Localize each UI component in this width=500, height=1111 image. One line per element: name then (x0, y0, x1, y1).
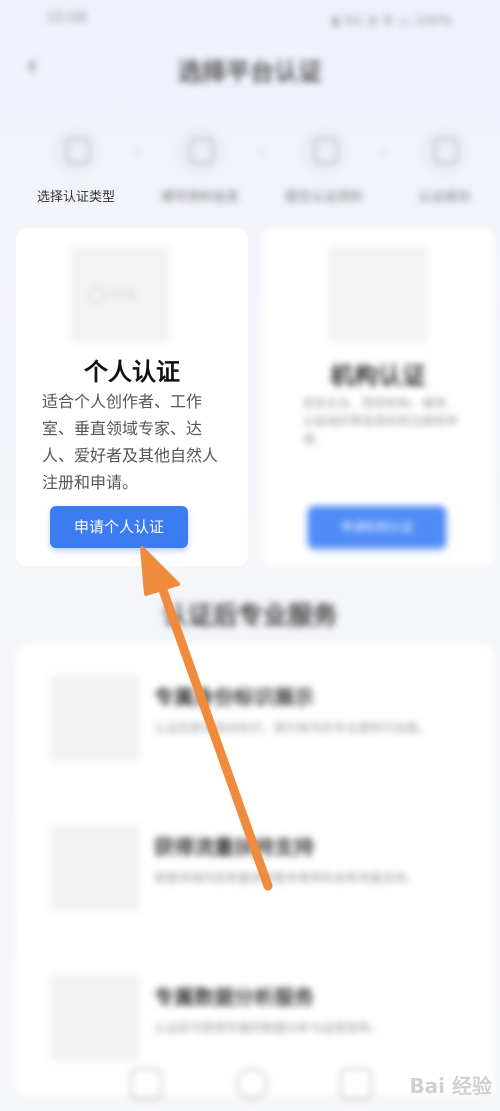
list-item: 获得流量扶持支持 根据领域内容质量获得更多推荐机会和流量支持。 (16, 795, 494, 945)
nav-bar: ‹ 选择平台认证 (0, 36, 500, 96)
profile-tab-icon[interactable] (340, 1068, 372, 1100)
item-title: 专属身份标识展示 (154, 685, 314, 709)
logo-image (328, 246, 428, 342)
home-tab-icon[interactable] (130, 1068, 162, 1100)
step-submit: 提交认证资料 (274, 118, 374, 205)
douyin-logo-icon (88, 286, 106, 304)
benefits-list: 专属身份标识展示 认证后获得身份标识，提升账号的专业度和可信度。 获得流量扶持支… (16, 645, 494, 1095)
watermark: Bai 经验 (409, 1074, 492, 1098)
personal-cert-description: 适合个人创作者、工作室、垂直领域专家、达人、爱好者及其他自然人注册和申请。 (42, 392, 219, 492)
item-thumbnail (50, 975, 140, 1061)
status-indicators: ▮ 5G ◔ 令 ▭ 100% (332, 14, 452, 29)
document-icon (51, 126, 101, 176)
chevron-right-icon: › (380, 142, 388, 163)
item-thumbnail (50, 675, 140, 761)
org-cert-description: 适合企业、政府机构、媒体、公益组织等各类机构注册和申请。 (302, 396, 459, 446)
apply-org-cert-button[interactable]: 申请机构认证 (308, 506, 446, 548)
check-icon (419, 126, 469, 176)
logo-text: 抖音 (110, 287, 138, 303)
item-description: 根据领域内容质量获得更多推荐机会和流量支持。 (154, 871, 419, 885)
step-label: 提交认证资料 (284, 190, 363, 205)
org-cert-card: 机构认证 适合企业、政府机构、媒体、公益组织等各类机构注册和申请。 申请机构认证 (262, 228, 494, 566)
benefits-title: 认证后专业服务 (162, 601, 338, 630)
logo-image: 抖音 (70, 246, 170, 342)
item-title: 获得流量扶持支持 (154, 835, 314, 859)
discover-tab-icon[interactable] (236, 1068, 268, 1100)
edit-icon (175, 126, 225, 176)
personal-cert-card: 抖音 个人认证 适合个人创作者、工作室、垂直领域专家、达人、爱好者及其他自然人注… (16, 228, 248, 566)
item-thumbnail (50, 825, 140, 911)
chevron-right-icon: › (258, 142, 266, 163)
list-item: 专属身份标识展示 认证后获得身份标识，提升账号的专业度和可信度。 (16, 645, 494, 795)
org-cert-title: 机构认证 (330, 361, 426, 390)
chevron-right-icon: › (134, 142, 142, 163)
step-label: 认证成功 (417, 190, 470, 205)
step-label: 填写资料信息 (160, 190, 239, 205)
step-success: 认证成功 (394, 118, 494, 205)
item-title: 专属数据分析服务 (154, 985, 314, 1009)
status-time: 10:08 (46, 10, 87, 26)
item-description: 认证后获得身份标识，提升账号的专业度和可信度。 (154, 721, 431, 735)
page-title: 选择平台认证 (178, 58, 322, 86)
personal-cert-title: 个人认证 (84, 357, 180, 386)
apply-personal-cert-button[interactable]: 申请个人认证 (50, 506, 188, 548)
step-fill-info: 填写资料信息 (150, 118, 250, 205)
status-bar: 10:08 ▮ 5G ◔ 令 ▭ 100% (0, 0, 500, 36)
upload-icon (299, 126, 349, 176)
step-label: 选择认证类型 (36, 190, 115, 205)
step-select-type: 选择认证类型 (26, 118, 126, 205)
step-indicator: 选择认证类型 › 填写资料信息 › 提交认证资料 › 认证成功 (0, 118, 500, 208)
item-description: 认证后可获得专属的数据分析与运营指导。 (154, 1021, 383, 1035)
